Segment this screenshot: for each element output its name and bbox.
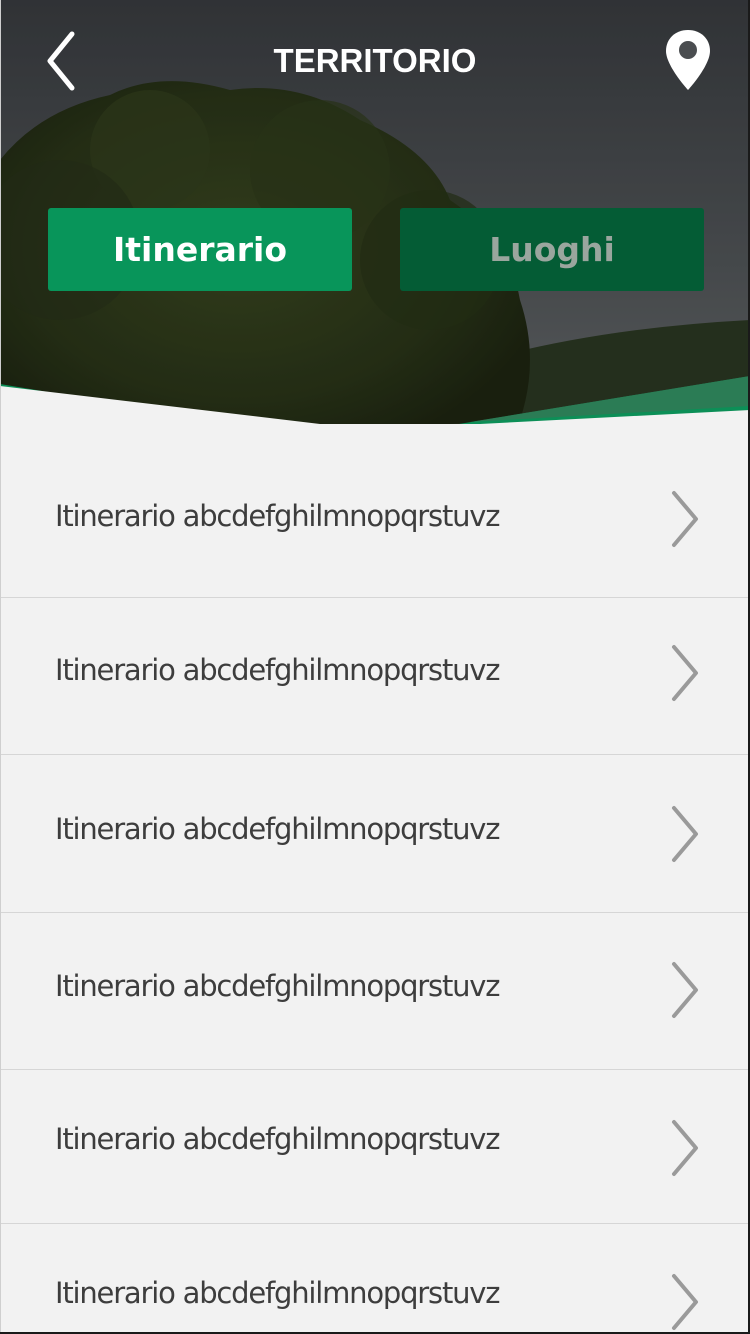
list-item[interactable]: Itinerario abcdefghilmnopqrstuvz [0, 755, 750, 913]
list-item-label: Itinerario abcdefghilmnopqrstuvz [55, 499, 500, 533]
chevron-right-icon [672, 1120, 698, 1176]
chevron-right-icon [672, 1274, 698, 1330]
chevron-right-icon [672, 645, 698, 701]
list-item-label: Itinerario abcdefghilmnopqrstuvz [55, 653, 500, 687]
tab-luoghi[interactable]: Luoghi [400, 208, 704, 291]
list-item[interactable]: Itinerario abcdefghilmnopqrstuvz [0, 598, 750, 755]
page-title: TERRITORIO [273, 42, 477, 79]
chevron-right-icon [672, 962, 698, 1018]
header-wave-divider [0, 376, 750, 450]
list-item-label: Itinerario abcdefghilmnopqrstuvz [55, 812, 500, 846]
chevron-right-icon [672, 491, 698, 547]
frame-border-left [0, 0, 1, 1334]
map-pin-icon [666, 30, 710, 90]
list-item-label: Itinerario abcdefghilmnopqrstuvz [55, 969, 500, 1003]
top-bar: TERRITORIO [0, 0, 750, 125]
territorio-screen: TERRITORIO Itinerario Luoghi Itinerario … [0, 0, 750, 1334]
list-item[interactable]: Itinerario abcdefghilmnopqrstuvz [0, 440, 750, 598]
tab-itinerario[interactable]: Itinerario [48, 208, 352, 291]
list-item[interactable]: Itinerario abcdefghilmnopqrstuvz [0, 1070, 750, 1224]
chevron-right-icon [672, 806, 698, 862]
map-button[interactable] [660, 26, 716, 96]
hero-header: TERRITORIO Itinerario Luoghi [0, 0, 750, 450]
list-item[interactable]: Itinerario abcdefghilmnopqrstuvz [0, 913, 750, 1070]
list-item-label: Itinerario abcdefghilmnopqrstuvz [55, 1122, 500, 1156]
list-item-label: Itinerario abcdefghilmnopqrstuvz [55, 1276, 500, 1310]
list-item[interactable]: Itinerario abcdefghilmnopqrstuvz [0, 1224, 750, 1334]
